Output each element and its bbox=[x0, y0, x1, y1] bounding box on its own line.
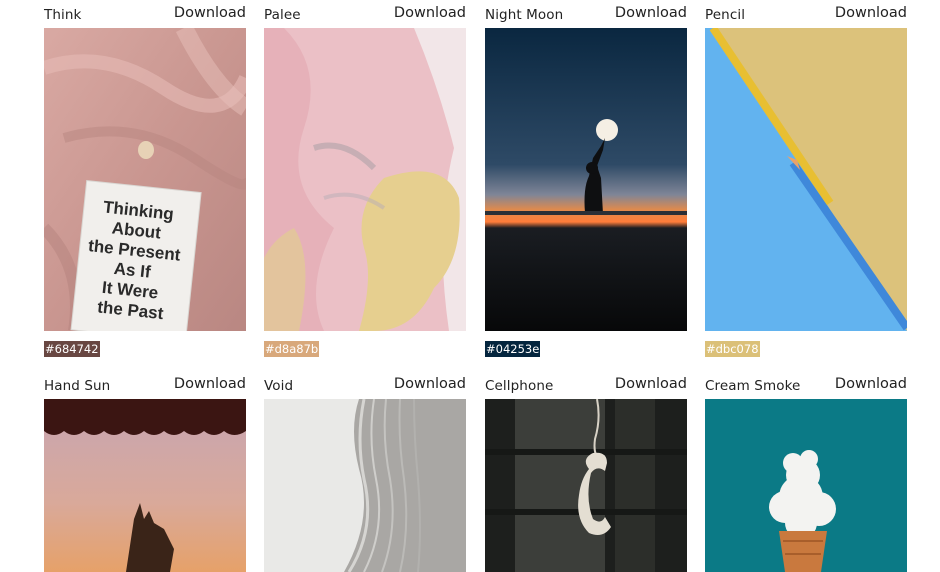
photo-pencils-on-blue-and-yellow[interactable] bbox=[705, 28, 907, 331]
photo-hand-holding-sun[interactable] bbox=[44, 399, 246, 572]
download-link[interactable]: Download bbox=[174, 376, 246, 392]
photo-card-think: Think Download Thinking About the Presen… bbox=[44, 0, 246, 357]
card-title: Night Moon bbox=[485, 7, 564, 23]
download-link[interactable]: Download bbox=[174, 5, 246, 21]
download-link[interactable]: Download bbox=[394, 5, 466, 21]
book-line: As If bbox=[113, 259, 152, 282]
color-hex-badge: #04253e bbox=[485, 341, 541, 357]
photo-pink-and-yellow-paint[interactable] bbox=[264, 28, 466, 331]
card-title: Cellphone bbox=[485, 378, 554, 394]
photo-card-void: Void Download bbox=[264, 371, 466, 572]
card-title: Think bbox=[44, 7, 82, 23]
color-hex-badge: #d8a87b bbox=[264, 341, 320, 357]
photo-card-pencil: Pencil Download #dbc078 bbox=[705, 0, 907, 357]
download-link[interactable]: Download bbox=[615, 376, 687, 392]
photo-card-night-moon: Night Moon Download #04253e bbox=[485, 0, 687, 357]
download-link[interactable]: Download bbox=[394, 376, 466, 392]
download-link[interactable]: Download bbox=[835, 5, 907, 21]
download-link[interactable]: Download bbox=[615, 5, 687, 21]
photo-card-cellphone: Cellphone Download bbox=[485, 371, 687, 572]
color-hex-badge: #684742 bbox=[44, 341, 100, 357]
photo-cloud-in-ice-cream-cone[interactable] bbox=[705, 399, 907, 572]
photo-silhouette-holding-moon[interactable] bbox=[485, 28, 687, 331]
color-hex-badge: #dbc078 bbox=[705, 341, 760, 357]
photo-hanging-telephone-handset[interactable] bbox=[485, 399, 687, 572]
photo-book-on-pink-fabric[interactable]: Thinking About the Present As If It Were… bbox=[44, 28, 246, 331]
photo-card-cream-smoke: Cream Smoke Download bbox=[705, 371, 907, 572]
card-title: Pencil bbox=[705, 7, 746, 23]
photo-white-curved-architecture[interactable] bbox=[264, 399, 466, 572]
download-link[interactable]: Download bbox=[835, 376, 907, 392]
photo-card-hand-sun: Hand Sun Download bbox=[44, 371, 246, 572]
card-title: Hand Sun bbox=[44, 378, 111, 394]
card-title: Void bbox=[264, 378, 294, 394]
card-title: Palee bbox=[264, 7, 301, 23]
card-title: Cream Smoke bbox=[705, 378, 801, 394]
photo-card-palee: Palee Download #d8a87b bbox=[264, 0, 466, 357]
